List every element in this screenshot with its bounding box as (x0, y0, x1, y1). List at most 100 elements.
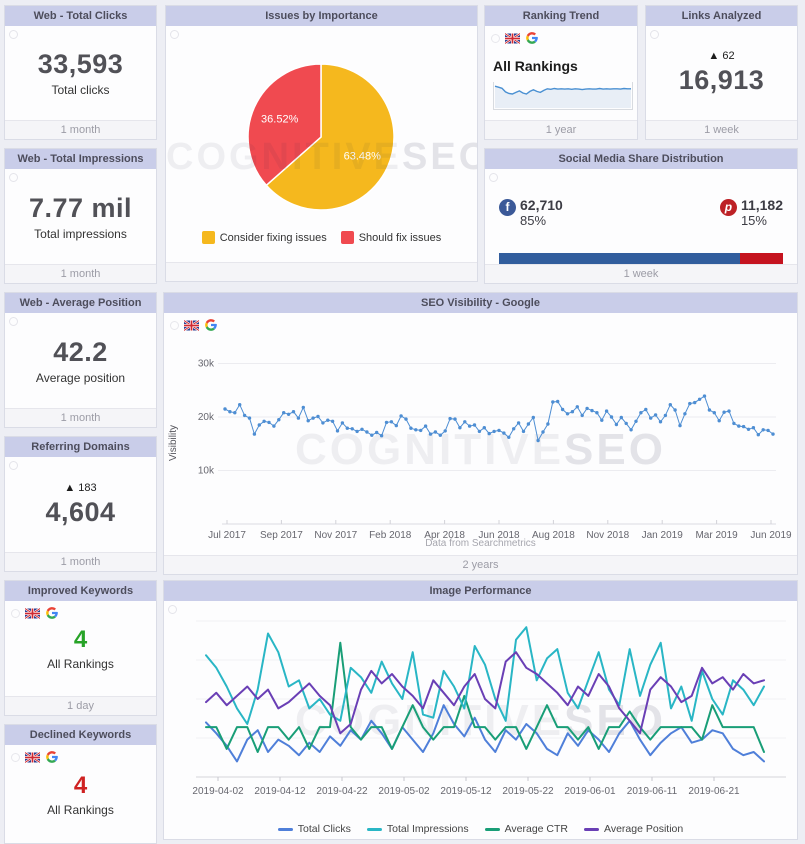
facebook-bar-segment (499, 253, 741, 264)
card-links-analyzed[interactable]: Links Analyzed ▲ 62 16,913 1 week (645, 5, 798, 140)
legend-swatch (277, 827, 293, 831)
svg-text:2019-05-12: 2019-05-12 (440, 786, 492, 797)
card-title: Issues by Importance (166, 6, 477, 26)
google-icon (204, 318, 218, 332)
uk-flag-icon (184, 319, 199, 331)
dashboard: { "watermark": { "light": "COGNITIVE", "… (0, 0, 805, 844)
card-body: COGNITIVESEO 10k 20k 30k Jul 2017 Sep 2017 No… (164, 313, 797, 555)
legend-item[interactable]: Average CTR (484, 823, 569, 835)
legend-label: Total Impressions (386, 823, 469, 835)
card-body: COGNITIVESEO 63.48%36.52% Consider fixin… (166, 26, 477, 262)
card-title: Web - Total Clicks (5, 6, 156, 26)
legend-label: Should fix issues (358, 231, 442, 244)
legend-item[interactable]: Total Clicks (277, 823, 351, 835)
card-web-average-position[interactable]: Web - Average Position 42.2 Average posi… (4, 292, 157, 428)
seo-visibility-chart[interactable]: 10k20k30kJul 2017 Sep 2017 Nov 2017 Feb 201… (164, 333, 797, 547)
legend-item[interactable]: Consider fixing issues (201, 231, 327, 244)
card-referring-domains[interactable]: Referring Domains ▲ 183 4,604 1 month (4, 436, 157, 572)
chart-legend: Total Clicks Total Impressions Average CTR… (164, 823, 797, 835)
card-body: 42.2 Average position (5, 313, 156, 408)
pinterest-share-percent: 15% (740, 213, 767, 228)
metric-value: 4,604 (45, 496, 116, 527)
facebook-share-count: 62,710 (520, 197, 563, 213)
card-period: 1 month (5, 120, 156, 139)
legend-label: Average CTR (504, 823, 569, 835)
metric-label: All Rankings (47, 657, 114, 671)
card-social-media-share[interactable]: Social Media Share Distribution f 62,710… (484, 148, 798, 284)
legend-swatch (584, 827, 600, 831)
card-period: 1 year (485, 120, 637, 139)
data-source-note: Data from Searchmetrics (425, 538, 536, 549)
delta-badge: ▲ 183 (64, 481, 97, 494)
legend-item[interactable]: Total Impressions (366, 823, 469, 835)
facebook-icon: f (499, 199, 516, 216)
card-image-performance[interactable]: Image Performance COGNITIVESEO 2019-04-0… (163, 580, 798, 840)
svg-text:30k: 30k (198, 359, 215, 370)
image-performance-chart[interactable]: 2019-04-02 2019-04-12 2019-04-22 2019-05-02… (164, 607, 797, 814)
svg-text:2019-04-02: 2019-04-02 (192, 786, 244, 797)
pinterest-bar-segment (740, 253, 783, 264)
issues-pie-chart[interactable]: 63.48% 36.52% (166, 26, 477, 262)
metric-value: 16,913 (678, 65, 765, 95)
card-title: Referring Domains (5, 437, 156, 457)
delta-badge: ▲ 62 (708, 50, 735, 62)
facebook-share-percent: 85% (520, 213, 547, 228)
card-issues-by-importance[interactable]: Issues by Importance COGNITIVESEO 63.48%… (165, 5, 478, 282)
card-period: 1 month (5, 408, 156, 427)
metric-value: 7.77 mil (28, 192, 133, 223)
legend-item[interactable]: Average Position (584, 823, 683, 835)
svg-text:63.48%: 63.48% (344, 151, 382, 163)
card-title: Ranking Trend (485, 6, 637, 26)
facebook-shares: f 62,710 85% (499, 197, 563, 228)
pinterest-share-count: 11,182 (740, 197, 783, 213)
pinterest-icon: p (719, 199, 737, 216)
card-body: ▲ 183 4,604 (5, 457, 156, 552)
google-icon (525, 31, 539, 45)
card-title: Image Performance (164, 581, 797, 601)
card-body: All Rankings (485, 26, 637, 120)
card-body: 4 All Rankings (5, 745, 156, 843)
card-title: Social Media Share Distribution (485, 149, 797, 169)
svg-text:2019-04-12: 2019-04-12 (254, 786, 306, 797)
legend-swatch (366, 827, 382, 831)
legend-label: Average Position (604, 823, 684, 835)
card-title: Web - Total Impressions (5, 149, 156, 169)
card-title: Improved Keywords (5, 581, 156, 601)
legend-item[interactable]: Should fix issues (340, 231, 442, 244)
declined-keywords-count: 4 (73, 771, 88, 799)
card-declined-keywords[interactable]: Declined Keywords 4 All Rankings (4, 724, 157, 844)
card-title: SEO Visibility - Google (164, 293, 797, 313)
card-improved-keywords[interactable]: Improved Keywords 4 All Rankings 1 day (4, 580, 157, 716)
card-body: 7.77 mil Total impressions (5, 169, 156, 264)
pinterest-shares: p 11,182 15% (719, 197, 783, 228)
svg-text:Visibility: Visibility (168, 425, 179, 461)
card-body: 4 All Rankings (5, 601, 156, 696)
svg-text:2019-05-02: 2019-05-02 (378, 786, 430, 797)
card-period: 1 week (485, 264, 797, 283)
loading-spinner-icon (489, 173, 498, 182)
card-body: COGNITIVESEO 2019-04-02 2019-04-12 2019-04… (164, 601, 797, 839)
card-period: 1 month (5, 264, 156, 283)
card-title: Declined Keywords (5, 725, 156, 745)
legend-swatch (201, 231, 215, 244)
metric-label: All Rankings (47, 802, 114, 817)
svg-text:20k: 20k (198, 412, 215, 423)
metric-value: 33,593 (37, 49, 124, 79)
card-body: f 62,710 85% p 11,182 15% (485, 169, 797, 264)
loading-spinner-icon (170, 320, 179, 330)
card-ranking-trend[interactable]: Ranking Trend All Rankings 1 year (484, 5, 638, 140)
card-footer (166, 262, 477, 281)
card-web-total-impressions[interactable]: Web - Total Impressions 7.77 mil Total i… (4, 148, 157, 284)
card-body: 33,593 Total clicks (5, 26, 156, 120)
card-title: Links Analyzed (646, 6, 797, 26)
ranking-sparkline-chart[interactable] (493, 82, 633, 110)
svg-text:10k: 10k (198, 466, 215, 477)
metric-label: Average position (35, 370, 126, 385)
legend-swatch (484, 827, 500, 831)
card-seo-visibility[interactable]: SEO Visibility - Google COGNITIVESEO 10k… (163, 292, 798, 575)
metric-label: Total impressions (34, 226, 127, 241)
metric-label: Total clicks (51, 83, 110, 97)
card-web-total-clicks[interactable]: Web - Total Clicks 33,593 Total clicks 1… (4, 5, 157, 140)
svg-text:2019-06-01: 2019-06-01 (564, 786, 616, 797)
svg-text:36.52%: 36.52% (261, 113, 299, 125)
